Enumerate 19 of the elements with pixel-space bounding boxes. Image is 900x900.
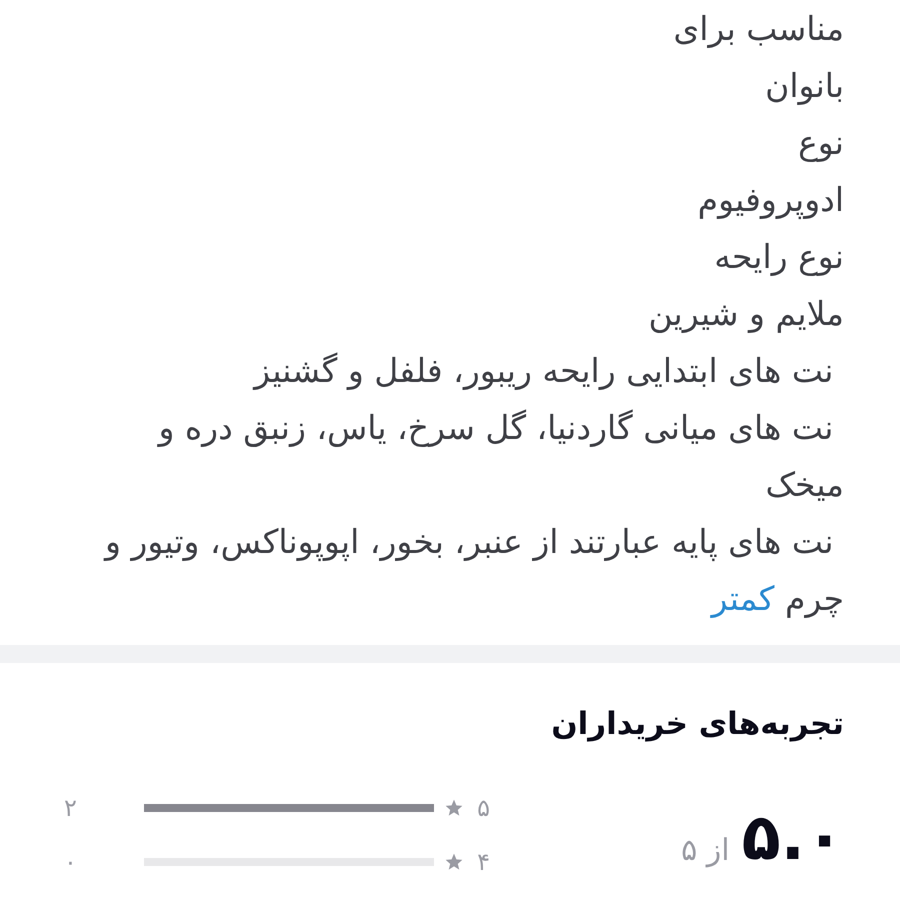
- spec-value: ادوپروفیوم: [696, 179, 844, 222]
- star-icon: [444, 798, 464, 818]
- spec-label: نوع: [797, 122, 844, 164]
- note-text: نت های میانی گاردنیا، گل سرخ، یاس، زنبق دره و میخک: [156, 407, 844, 506]
- note-text: نت های ابتدایی رایحه ریبور، فلفل و گشنیز: [252, 350, 834, 392]
- review-count: ۲: [63, 792, 77, 824]
- section-title: تجربه‌های خریداران: [550, 705, 844, 744]
- spec-label: نوع رایحه: [713, 236, 844, 278]
- spec-label: مناسب برای: [672, 8, 844, 50]
- star-label: ۴: [476, 846, 490, 878]
- spec-value: ملایم و شیرین: [647, 293, 844, 335]
- show-less-link[interactable]: کمتر: [711, 579, 774, 618]
- rating-scale: از ۵: [681, 836, 730, 870]
- review-count: ۰: [63, 846, 77, 878]
- spec-value: بانوان: [764, 65, 844, 107]
- average-rating: ۵.۰: [742, 806, 844, 870]
- star-icon: [444, 852, 464, 872]
- note-text: نت های پایه عبارتند از عنبر، بخور، اپوپوناکس، وتیور و چرم کمتر: [102, 521, 844, 620]
- star-label: ۵: [476, 792, 490, 824]
